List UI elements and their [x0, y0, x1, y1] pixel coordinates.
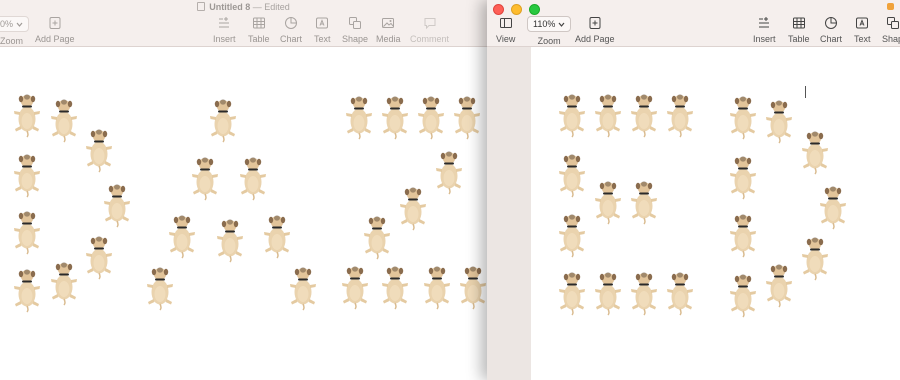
insert-icon	[219, 17, 230, 28]
comment-icon	[424, 18, 435, 30]
pug-image[interactable]	[380, 92, 410, 140]
text-button[interactable]: Text	[314, 16, 331, 44]
zoom-select[interactable]: 0%	[0, 16, 30, 32]
window-title: Untitled 8 — Edited	[0, 2, 487, 12]
zoom-window-button[interactable]	[529, 4, 540, 15]
pug-image[interactable]	[398, 183, 428, 231]
table-button[interactable]: Table	[788, 16, 810, 44]
comment-button[interactable]: Comment	[410, 16, 449, 44]
media-icon	[382, 18, 395, 28]
page-thumbnails-sidebar[interactable]	[487, 47, 532, 380]
insert-button[interactable]: Insert	[753, 16, 776, 44]
chevron-down-icon	[558, 22, 565, 27]
pug-image[interactable]	[416, 92, 446, 140]
view-button[interactable]: View	[496, 16, 515, 44]
toolbar: Untitled 8 — Edited 0% Zoom Add Page Ins…	[0, 0, 487, 47]
pages-window-back[interactable]: Untitled 8 — Edited 0% Zoom Add Page Ins…	[0, 0, 487, 380]
text-button[interactable]: Text	[854, 16, 871, 44]
close-window-button[interactable]	[493, 4, 504, 15]
pug-image[interactable]	[145, 263, 175, 311]
pug-image[interactable]	[84, 125, 114, 173]
pug-image[interactable]	[167, 211, 197, 259]
pug-image[interactable]	[238, 153, 268, 201]
text-box-icon	[856, 17, 869, 29]
pug-image[interactable]	[362, 212, 392, 260]
shape-button[interactable]: Shape	[342, 16, 368, 44]
pug-image[interactable]	[262, 211, 292, 259]
shape-icon	[886, 17, 899, 29]
table-icon	[252, 17, 265, 29]
pug-image[interactable]	[288, 263, 318, 311]
pug-image[interactable]	[422, 262, 452, 310]
toolbar: View 110% Zoom Add Page Insert Table Cha…	[487, 0, 900, 47]
chart-icon	[825, 17, 837, 29]
add-page-button[interactable]: Add Page	[35, 16, 75, 44]
text-box-icon	[316, 17, 329, 29]
insert-icon	[759, 17, 770, 28]
chart-button[interactable]: Chart	[820, 16, 842, 44]
pug-image[interactable]	[84, 232, 114, 280]
chart-button[interactable]: Chart	[280, 16, 302, 44]
zoom-control[interactable]: 110% Zoom	[527, 16, 572, 46]
table-button[interactable]: Table	[248, 16, 270, 44]
document-canvas[interactable]	[531, 47, 900, 380]
shape-button[interactable]: Shap	[882, 16, 900, 44]
add-page-button[interactable]: Add Page	[575, 16, 615, 44]
app-badge-icon	[887, 3, 894, 10]
sidebar-icon	[499, 18, 512, 28]
pug-image[interactable]	[452, 92, 482, 140]
add-page-icon	[49, 17, 61, 29]
pug-image[interactable]	[49, 258, 79, 306]
zoom-select[interactable]: 110%	[527, 16, 572, 32]
pages-window-front[interactable]: View 110% Zoom Add Page Insert Table Cha…	[487, 0, 900, 380]
insert-button[interactable]: Insert	[213, 16, 236, 44]
pug-image[interactable]	[49, 95, 79, 143]
pug-image[interactable]	[102, 180, 132, 228]
pug-image[interactable]	[12, 207, 42, 255]
chart-icon	[285, 17, 297, 29]
pug-image[interactable]	[208, 95, 238, 143]
table-icon	[792, 17, 805, 29]
zoom-control[interactable]: 0% Zoom	[0, 16, 30, 46]
document-icon	[197, 2, 206, 11]
pug-image[interactable]	[340, 262, 370, 310]
pug-image[interactable]	[434, 147, 464, 195]
add-page-icon	[589, 17, 601, 29]
pug-image[interactable]	[458, 262, 487, 310]
pug-image[interactable]	[215, 215, 245, 263]
pug-image[interactable]	[12, 265, 42, 313]
pug-image[interactable]	[12, 150, 42, 198]
pug-image[interactable]	[190, 153, 220, 201]
pug-image[interactable]	[380, 262, 410, 310]
chevron-down-icon	[16, 22, 23, 27]
minimize-window-button[interactable]	[511, 4, 522, 15]
window-controls	[493, 4, 540, 15]
text-cursor	[805, 86, 806, 98]
shape-icon	[349, 17, 362, 29]
media-button[interactable]: Media	[376, 16, 401, 44]
pug-image[interactable]	[344, 92, 374, 140]
pug-image[interactable]	[12, 90, 42, 138]
